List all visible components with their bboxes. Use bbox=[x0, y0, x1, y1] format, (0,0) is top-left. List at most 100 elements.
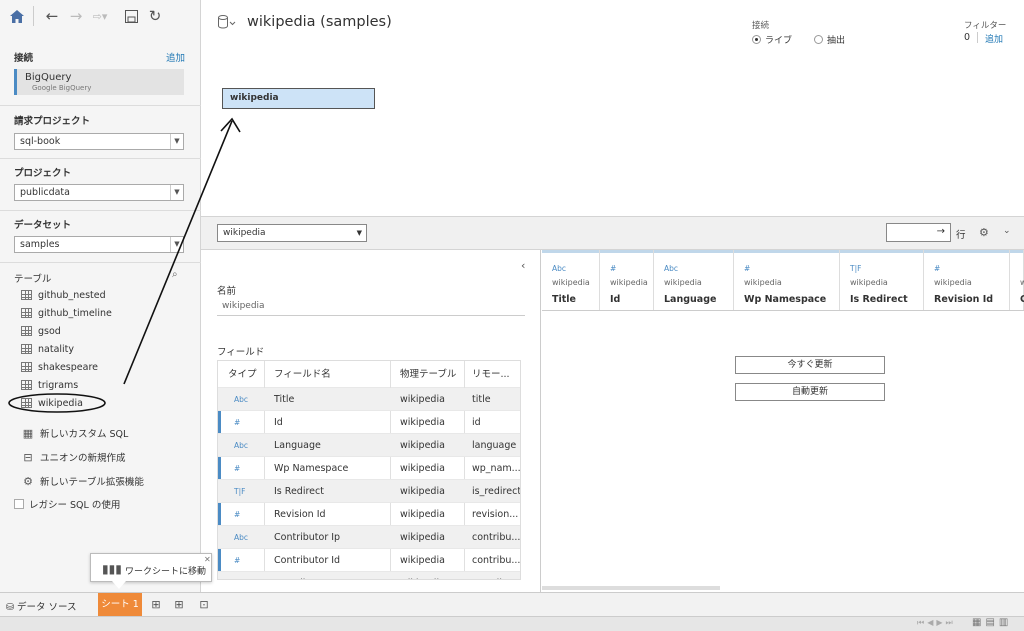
column-header[interactable]: # wikipedia Revision Id bbox=[924, 250, 1010, 310]
field-type-icon[interactable]: # bbox=[228, 411, 264, 434]
column-type-icon[interactable]: Abc bbox=[552, 264, 566, 273]
field-row[interactable]: # Wp Namespace wikipedia wp_nam... bbox=[218, 457, 520, 480]
header-field-name[interactable]: フィールド名 bbox=[268, 361, 392, 388]
field-name[interactable]: Contributor Username bbox=[268, 572, 392, 579]
field-row[interactable]: Abc Title wikipedia title bbox=[218, 388, 520, 411]
rows-input[interactable]: → bbox=[886, 223, 951, 242]
project-select[interactable]: publicdata ▼ bbox=[14, 184, 184, 201]
auto-update-button[interactable]: 自動更新 bbox=[735, 383, 885, 401]
view-mode-icons[interactable]: ▦▤▥ bbox=[972, 617, 1012, 628]
table-item-natality[interactable]: natality bbox=[21, 341, 74, 357]
forward-icon[interactable]: → bbox=[66, 6, 86, 26]
new-worksheet-icon[interactable]: ⊞ bbox=[148, 597, 164, 613]
table-icon bbox=[21, 362, 32, 372]
filter-add-link[interactable]: 追加 bbox=[985, 32, 1003, 45]
field-type-icon[interactable]: Abc bbox=[228, 526, 264, 549]
header-remote[interactable]: リモー... bbox=[466, 361, 520, 388]
header-type[interactable]: タイプ bbox=[222, 361, 266, 388]
column-type-icon[interactable]: T|F bbox=[850, 264, 861, 273]
horizontal-scrollbar[interactable] bbox=[542, 586, 720, 590]
field-name[interactable]: Revision Id bbox=[268, 503, 392, 526]
field-row[interactable]: # Id wikipedia id bbox=[218, 411, 520, 434]
field-type-icon[interactable]: Abc bbox=[228, 572, 264, 579]
field-row[interactable]: Abc Language wikipedia language bbox=[218, 434, 520, 457]
field-type-icon[interactable]: Abc bbox=[228, 434, 264, 457]
table-name: shakespeare bbox=[38, 361, 98, 373]
new-dashboard-icon[interactable]: ⊞ bbox=[171, 597, 187, 613]
new-union[interactable]: ⊟ ユニオンの新規作成 bbox=[21, 449, 125, 465]
billing-project-select[interactable]: sql-book ▼ bbox=[14, 133, 184, 150]
add-connection-link[interactable]: 追加 bbox=[166, 50, 185, 64]
datasource-tab[interactable]: ⛁ データ ソース bbox=[6, 599, 77, 613]
header-physical-table[interactable]: 物理テーブル bbox=[394, 361, 464, 388]
page-nav-icons[interactable]: ⏮◀▶⏭ bbox=[917, 618, 956, 628]
field-type-icon[interactable]: Abc bbox=[228, 388, 264, 411]
gear-icon[interactable]: ⚙ bbox=[979, 226, 989, 239]
field-name[interactable]: Contributor Id bbox=[268, 549, 392, 572]
table-select[interactable]: wikipedia ▼ bbox=[217, 224, 367, 242]
column-header[interactable]: T|F wikipedia Is Redirect bbox=[840, 250, 924, 310]
column-header[interactable]: Abc wikipedia Title bbox=[542, 250, 600, 310]
field-row[interactable]: Abc Contributor Usernamewikipediacontribu… bbox=[218, 572, 520, 579]
column-type-icon[interactable]: # bbox=[744, 264, 750, 273]
column-header[interactable]: wC bbox=[1010, 250, 1024, 310]
table-item-github-timeline[interactable]: github_timeline bbox=[21, 305, 112, 321]
project-value: publicdata bbox=[20, 187, 70, 198]
action-label: 新しいカスタム SQL bbox=[40, 429, 129, 440]
field-remote-name: language bbox=[472, 440, 517, 451]
field-row[interactable]: T|F Is Redirect wikipedia is_redirect bbox=[218, 480, 520, 503]
table-item-shakespeare[interactable]: shakespeare bbox=[21, 359, 98, 375]
field-row[interactable]: # Contributor Id wikipedia contribu... bbox=[218, 549, 520, 572]
column-header[interactable]: Abc wikipedia Language bbox=[654, 250, 734, 310]
table-item-gsod[interactable]: gsod bbox=[21, 323, 61, 339]
search-icon[interactable]: ⌕ bbox=[172, 269, 178, 280]
field-name[interactable]: Is Redirect bbox=[268, 480, 392, 503]
dataset-select[interactable]: samples ▼ bbox=[14, 236, 184, 253]
table-item-github-nested[interactable]: github_nested bbox=[21, 287, 106, 303]
new-table-extension[interactable]: ⚙ 新しいテーブル拡張機能 bbox=[21, 473, 144, 489]
field-type-icon[interactable]: T|F bbox=[228, 480, 264, 503]
update-now-button[interactable]: 今すぐ更新 bbox=[735, 356, 885, 374]
live-radio[interactable]: ライブ bbox=[752, 33, 792, 46]
field-name[interactable]: Title bbox=[268, 388, 392, 411]
table-item-trigrams[interactable]: trigrams bbox=[21, 377, 78, 393]
field-name[interactable]: Language bbox=[268, 434, 392, 457]
table-item-wikipedia[interactable]: wikipedia bbox=[21, 395, 83, 411]
field-name[interactable]: Contributor Ip bbox=[268, 526, 392, 549]
new-custom-sql[interactable]: ▦ 新しいカスタム SQL bbox=[21, 425, 129, 441]
field-type-icon[interactable]: # bbox=[228, 457, 264, 480]
refresh-icon[interactable]: ↻ bbox=[145, 6, 165, 26]
billing-project-value: sql-book bbox=[20, 136, 61, 147]
sheet-tab-1[interactable]: シート 1 bbox=[98, 593, 142, 617]
field-type-icon[interactable]: # bbox=[228, 503, 264, 526]
go-to-worksheet-tooltip[interactable]: ▮▮▮ ワークシートに移動 ✕ bbox=[90, 553, 212, 582]
field-physical-table: wikipedia bbox=[400, 509, 445, 520]
field-row[interactable]: Abc Contributor Ip wikipedia contribu... bbox=[218, 526, 520, 549]
page-title[interactable]: wikipedia (samples) bbox=[247, 14, 392, 30]
datasource-icon[interactable] bbox=[218, 15, 238, 31]
extract-radio[interactable]: 抽出 bbox=[814, 33, 845, 46]
collapse-icon[interactable]: ‹ bbox=[521, 259, 525, 272]
connection-item[interactable]: BigQuery Google BigQuery bbox=[14, 69, 184, 95]
save-icon[interactable] bbox=[121, 6, 141, 26]
home-icon[interactable] bbox=[7, 6, 27, 26]
column-type-icon[interactable]: # bbox=[610, 264, 616, 273]
legacy-sql-checkbox[interactable]: レガシー SQL の使用 bbox=[14, 496, 120, 512]
name-input[interactable]: wikipedia bbox=[217, 297, 525, 316]
back-icon[interactable]: ← bbox=[42, 6, 62, 26]
column-header[interactable]: # wikipedia Wp Namespace bbox=[734, 250, 840, 310]
column-type-icon[interactable]: Abc bbox=[664, 264, 678, 273]
field-name[interactable]: Id bbox=[268, 411, 392, 434]
connect-icon[interactable]: ⇨▾ bbox=[90, 6, 110, 26]
field-type-icon[interactable]: # bbox=[228, 549, 264, 572]
field-row[interactable]: # Revision Id wikipedia revision... bbox=[218, 503, 520, 526]
column-type-icon[interactable]: # bbox=[934, 264, 940, 273]
scrollbar[interactable] bbox=[520, 388, 521, 498]
column-header[interactable]: # wikipedia Id bbox=[600, 250, 654, 310]
radio-icon bbox=[814, 35, 823, 44]
canvas-table-wikipedia[interactable]: wikipedia bbox=[222, 88, 375, 109]
chevron-down-icon[interactable]: ⌄ bbox=[1003, 226, 1011, 236]
new-story-icon[interactable]: ⊡ bbox=[196, 597, 212, 613]
field-name[interactable]: Wp Namespace bbox=[268, 457, 392, 480]
close-icon[interactable]: ✕ bbox=[204, 555, 211, 564]
